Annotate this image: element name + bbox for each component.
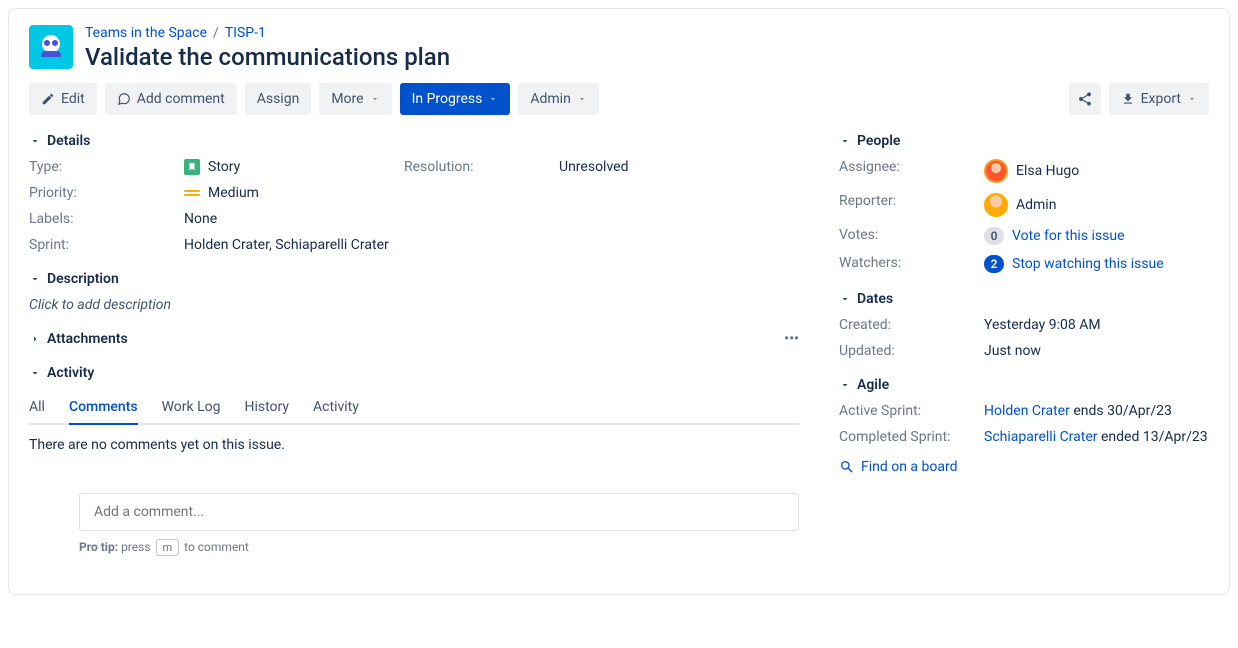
people-header[interactable]: People [839, 133, 1209, 149]
resolution-value: Unresolved [559, 159, 799, 175]
updated-label: Updated: [839, 343, 984, 359]
assignee-value[interactable]: Elsa Hugo [984, 159, 1209, 183]
created-label: Created: [839, 317, 984, 333]
chevron-down-icon [839, 379, 851, 391]
completed-sprint-value: Schiaparelli Crater ended 13/Apr/23 [984, 429, 1209, 445]
reporter-label: Reporter: [839, 193, 984, 217]
add-comment-button[interactable]: Add comment [105, 83, 237, 115]
breadcrumb: Teams in the Space / TISP-1 [85, 25, 450, 41]
admin-button[interactable]: Admin [518, 83, 598, 115]
attachments-header[interactable]: Attachments ••• [29, 331, 799, 347]
agile-header[interactable]: Agile [839, 377, 1209, 393]
breadcrumb-separator: / [213, 25, 219, 41]
watchers-label: Watchers: [839, 255, 984, 273]
chevron-down-icon [488, 94, 498, 104]
type-value: Story [184, 159, 404, 175]
priority-medium-icon [184, 185, 200, 201]
avatar [984, 159, 1008, 183]
active-sprint-label: Active Sprint: [839, 403, 984, 419]
priority-value: Medium [184, 185, 404, 201]
tab-history[interactable]: History [245, 391, 290, 425]
chevron-down-icon [29, 273, 41, 285]
labels-value: None [184, 211, 799, 227]
votes-label: Votes: [839, 227, 984, 245]
tab-comments[interactable]: Comments [69, 391, 138, 425]
protip: Pro tip: press m to comment [79, 539, 799, 556]
search-icon [839, 459, 855, 475]
dates-header[interactable]: Dates [839, 291, 1209, 307]
chevron-down-icon [370, 94, 380, 104]
tab-worklog[interactable]: Work Log [162, 391, 221, 425]
watchers-link[interactable]: Stop watching this issue [1012, 256, 1164, 272]
export-button[interactable]: Export [1109, 83, 1209, 115]
type-label: Type: [29, 159, 184, 175]
chevron-down-icon [29, 367, 41, 379]
labels-label: Labels: [29, 211, 184, 227]
breadcrumb-project[interactable]: Teams in the Space [85, 25, 207, 41]
chevron-down-icon [577, 94, 587, 104]
export-icon [1121, 92, 1135, 106]
priority-label: Priority: [29, 185, 184, 201]
more-button[interactable]: More [319, 83, 391, 115]
created-value: Yesterday 9:08 AM [984, 317, 1209, 333]
edit-button[interactable]: Edit [29, 83, 97, 115]
status-button[interactable]: In Progress [400, 83, 511, 115]
resolution-label: Resolution: [404, 159, 559, 175]
active-sprint-link[interactable]: Holden Crater [984, 403, 1070, 419]
tab-activity[interactable]: Activity [313, 391, 359, 425]
comment-icon [117, 92, 131, 106]
share-button[interactable] [1069, 83, 1101, 115]
breadcrumb-key[interactable]: TISP-1 [225, 25, 266, 41]
completed-sprint-label: Completed Sprint: [839, 429, 984, 445]
description-header[interactable]: Description [29, 271, 799, 287]
pencil-icon [41, 92, 55, 106]
chevron-down-icon [839, 293, 851, 305]
watchers-badge: 2 [984, 255, 1004, 273]
votes-badge: 0 [984, 227, 1004, 245]
details-header[interactable]: Details [29, 133, 799, 149]
project-icon[interactable] [29, 25, 73, 69]
comment-input[interactable] [79, 493, 799, 531]
chevron-right-icon [29, 333, 41, 345]
sprint-label: Sprint: [29, 237, 184, 253]
description-placeholder[interactable]: Click to add description [29, 297, 799, 313]
share-icon [1077, 91, 1093, 107]
updated-value: Just now [984, 343, 1209, 359]
vote-link[interactable]: Vote for this issue [1012, 228, 1125, 244]
empty-comments: There are no comments yet on this issue. [29, 437, 799, 453]
avatar [984, 193, 1008, 217]
tab-all[interactable]: All [29, 391, 45, 425]
story-icon [184, 159, 200, 175]
activity-header[interactable]: Activity [29, 365, 799, 381]
issue-title: Validate the communications plan [85, 43, 450, 71]
chevron-down-icon [29, 135, 41, 147]
chevron-down-icon [1187, 94, 1197, 104]
find-on-board-link[interactable]: Find on a board [839, 459, 1209, 475]
completed-sprint-link[interactable]: Schiaparelli Crater [984, 429, 1098, 445]
sprint-value: Holden Crater, Schiaparelli Crater [184, 237, 799, 253]
assignee-label: Assignee: [839, 159, 984, 183]
active-sprint-value: Holden Crater ends 30/Apr/23 [984, 403, 1209, 419]
chevron-down-icon [839, 135, 851, 147]
reporter-value[interactable]: Admin [984, 193, 1209, 217]
attachments-actions[interactable]: ••• [784, 331, 799, 347]
assign-button[interactable]: Assign [245, 83, 312, 115]
